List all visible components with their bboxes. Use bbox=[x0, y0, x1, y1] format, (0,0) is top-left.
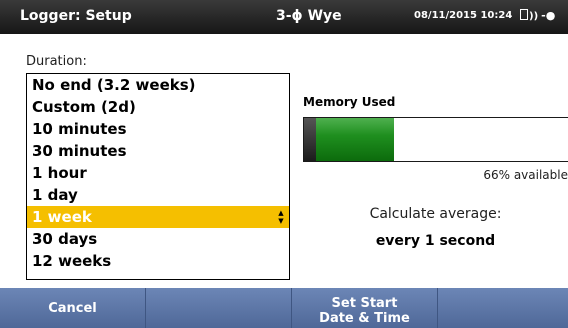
memory-prior-used bbox=[304, 118, 316, 161]
set-start-label: Set Start Date & Time bbox=[319, 296, 410, 326]
duration-option-label: 10 minutes bbox=[32, 120, 127, 138]
memory-used-fill bbox=[304, 118, 394, 161]
memory-used-label: Memory Used bbox=[303, 95, 396, 109]
duration-option[interactable]: Custom (2d) bbox=[27, 96, 289, 118]
duration-option[interactable]: 1 day bbox=[27, 184, 289, 206]
spinner-arrows-icon[interactable]: ▲ ▼ bbox=[277, 209, 285, 225]
power-plug-icon: -● bbox=[541, 9, 556, 22]
duration-option[interactable]: 30 minutes bbox=[27, 140, 289, 162]
battery-icon bbox=[520, 9, 528, 20]
duration-option[interactable]: 12 weeks bbox=[27, 250, 289, 272]
duration-option[interactable]: 1 hour bbox=[27, 162, 289, 184]
cancel-label: Cancel bbox=[48, 300, 97, 316]
set-start-date-time-button[interactable]: Set Start Date & Time bbox=[292, 288, 438, 328]
set-start-line1: Set Start bbox=[331, 296, 398, 311]
duration-option-label: Custom (2d) bbox=[32, 98, 136, 116]
duration-option-label: 30 days bbox=[32, 230, 98, 248]
duration-option-label: 1 day bbox=[32, 186, 78, 204]
softkey-4-button[interactable] bbox=[438, 288, 568, 328]
duration-list[interactable]: No end (3.2 weeks) Custom (2d) 10 minutes 3… bbox=[26, 73, 290, 280]
cancel-button[interactable]: Cancel bbox=[0, 288, 146, 328]
duration-option[interactable]: 30 days bbox=[27, 228, 289, 250]
signal-icon: )) bbox=[529, 11, 539, 22]
memory-used-bar bbox=[303, 117, 568, 162]
wiring-mode: 3-ϕ Wye bbox=[276, 8, 342, 24]
duration-option-label: 12 weeks bbox=[32, 252, 112, 270]
duration-option[interactable]: No end (3.2 weeks) bbox=[27, 74, 289, 96]
title-bar: Logger: Setup 3-ϕ Wye 08/11/2015 10:24 )… bbox=[0, 0, 568, 34]
duration-option-label: 1 week bbox=[32, 208, 92, 226]
duration-label: Duration: bbox=[26, 54, 87, 69]
screen-title: Logger: Setup bbox=[20, 8, 132, 24]
datetime: 08/11/2015 10:24 bbox=[414, 10, 513, 21]
softkey-bar: Cancel Set Start Date & Time bbox=[0, 288, 568, 328]
duration-option[interactable]: 10 minutes bbox=[27, 118, 289, 140]
duration-option-label: 30 minutes bbox=[32, 142, 127, 160]
softkey-2-button[interactable] bbox=[146, 288, 292, 328]
duration-option[interactable]: 1 week ▲ ▼ bbox=[27, 206, 289, 228]
calculate-average-value: every 1 second bbox=[375, 233, 496, 249]
memory-available-text: 66% available bbox=[483, 168, 568, 182]
duration-option-label: No end (3.2 weeks) bbox=[32, 76, 196, 94]
duration-option-label: 1 hour bbox=[32, 164, 87, 182]
status-icons: )) -● bbox=[520, 9, 555, 22]
set-start-line2: Date & Time bbox=[319, 311, 410, 326]
calculate-average-label: Calculate average: bbox=[369, 206, 502, 222]
